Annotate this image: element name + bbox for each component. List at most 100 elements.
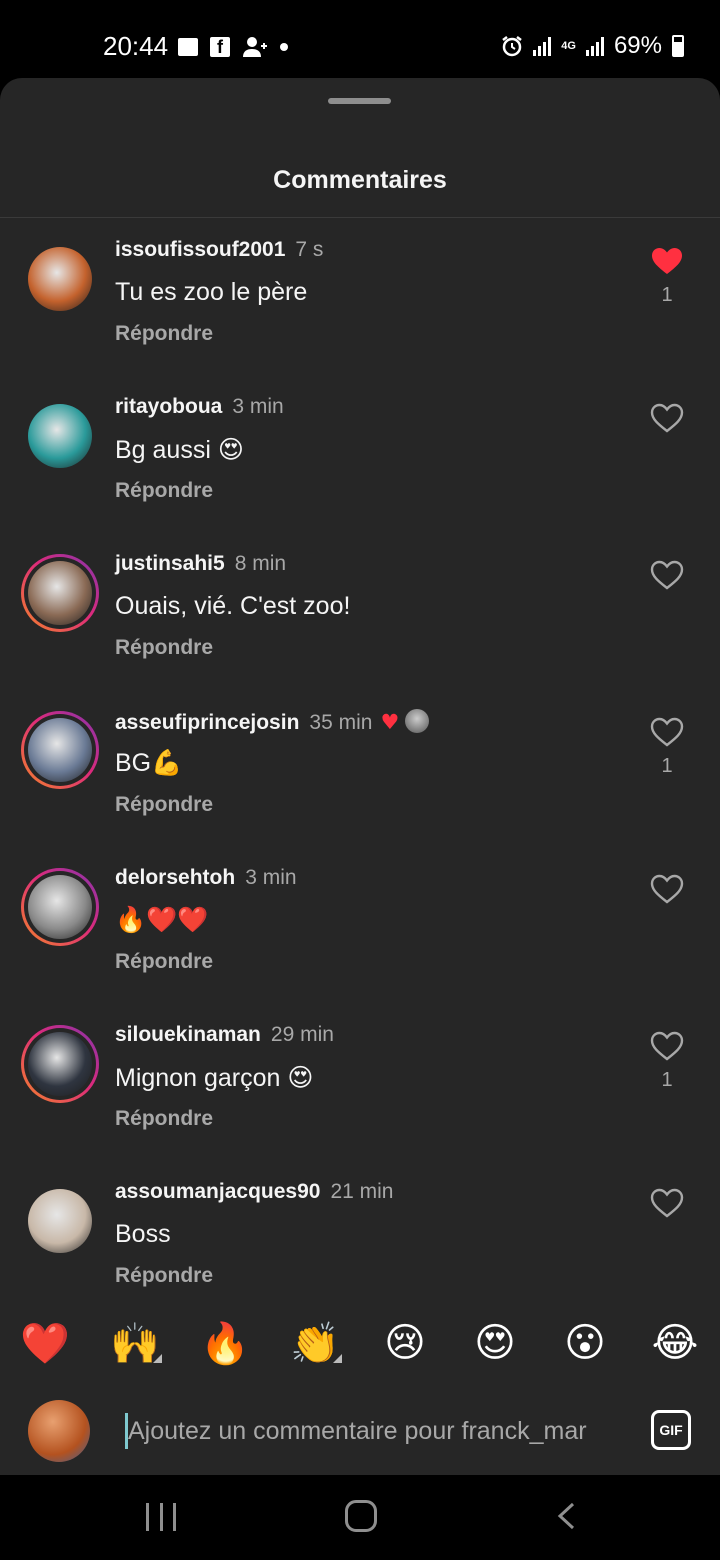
comment-username[interactable]: delorsehtoh bbox=[115, 866, 235, 889]
reaction-raising-hands-button[interactable]: 🙌 bbox=[90, 1307, 180, 1379]
comment-time: 29 min bbox=[270, 1023, 334, 1046]
image-icon bbox=[178, 38, 198, 56]
crying-face-emoji-icon: 😢 bbox=[384, 1320, 426, 1366]
comment-time: 21 min bbox=[330, 1180, 394, 1203]
comment-text: Ouais, vié. C'est zoo! bbox=[115, 592, 351, 620]
comment-header: ritayoboua 3 min bbox=[115, 395, 284, 419]
comment-item[interactable]: delorsehtoh 3 min 🔥❤️❤️ Répondre bbox=[0, 858, 720, 1015]
comment-item[interactable]: ritayoboua 3 min Bg aussi 😍 Répondre bbox=[0, 387, 720, 544]
comment-text: 🔥❤️❤️ bbox=[115, 906, 209, 934]
heart-outline-icon[interactable] bbox=[650, 1188, 684, 1218]
avatar-wrapper[interactable] bbox=[21, 397, 99, 475]
comment-username[interactable]: silouekinaman bbox=[115, 1023, 261, 1046]
status-icons-right: 4G 69% bbox=[501, 32, 684, 60]
comment-username[interactable]: assoumanjacques90 bbox=[115, 1180, 320, 1203]
fire-emoji-icon: 🔥 bbox=[200, 1320, 250, 1367]
comment-time: 7 s bbox=[295, 238, 324, 261]
system-nav-bar bbox=[0, 1475, 720, 1560]
comment-username[interactable]: asseufiprincejosin bbox=[115, 711, 299, 734]
comment-header: issoufissouf2001 7 s bbox=[115, 238, 323, 262]
comment-username[interactable]: justinsahi5 bbox=[115, 552, 225, 575]
avatar-story-ring[interactable] bbox=[21, 554, 99, 632]
page-title: Commentaires bbox=[273, 166, 447, 194]
comment-text: Mignon garçon 😍 bbox=[115, 1064, 314, 1092]
comment-item[interactable]: justinsahi5 8 min Ouais, vié. C'est zoo! Ré… bbox=[0, 544, 720, 701]
avatar bbox=[28, 1189, 92, 1253]
comment-item[interactable]: asseufiprincejosin 35 min ♥ BG💪 Répondre 1 bbox=[0, 701, 720, 858]
heart-outline-icon[interactable] bbox=[650, 1031, 684, 1061]
battery-percent: 69% bbox=[613, 32, 662, 59]
reaction-heart-button[interactable]: ❤️ bbox=[0, 1307, 90, 1379]
heart-filled-icon[interactable] bbox=[650, 246, 684, 276]
comment-time: 35 min bbox=[309, 711, 373, 734]
tears-of-joy-emoji-icon: 😂 bbox=[651, 1320, 699, 1366]
comment-text: BG💪 bbox=[115, 749, 183, 777]
like-count: 1 bbox=[661, 1069, 673, 1091]
variants-indicator-icon bbox=[153, 1354, 162, 1363]
avatar-wrapper[interactable] bbox=[21, 240, 99, 318]
comment-header: justinsahi5 8 min bbox=[115, 552, 286, 576]
comment-text: Boss bbox=[115, 1220, 171, 1248]
avatar bbox=[28, 718, 92, 782]
reaction-surprised-face-button[interactable]: 😮 bbox=[540, 1307, 630, 1379]
heart-outline-icon[interactable] bbox=[650, 874, 684, 904]
add-person-icon bbox=[243, 37, 267, 57]
signal-icon bbox=[585, 36, 604, 56]
comment-input-row: GIF bbox=[0, 1385, 720, 1475]
variants-indicator-icon bbox=[333, 1354, 342, 1363]
comment-time: 8 min bbox=[234, 552, 287, 575]
back-icon[interactable] bbox=[553, 1501, 581, 1531]
comment-time: 3 min bbox=[232, 395, 284, 418]
reply-button[interactable]: Répondre bbox=[115, 636, 213, 660]
reaction-tears-of-joy-button[interactable]: 😂 bbox=[630, 1307, 720, 1379]
comment-username[interactable]: issoufissouf2001 bbox=[115, 238, 285, 261]
reply-button[interactable]: Répondre bbox=[115, 479, 213, 503]
avatar-wrapper[interactable] bbox=[21, 1182, 99, 1260]
reply-button[interactable]: Répondre bbox=[115, 1107, 213, 1131]
heart-eyes-emoji-icon: 😍 bbox=[474, 1320, 516, 1366]
signal-icon bbox=[533, 36, 552, 56]
comment-input[interactable] bbox=[128, 1411, 628, 1451]
heart-outline-icon[interactable] bbox=[650, 717, 684, 747]
surprised-face-emoji-icon: 😮 bbox=[564, 1320, 606, 1366]
reaction-fire-button[interactable]: 🔥 bbox=[180, 1307, 270, 1379]
avatar bbox=[28, 1032, 92, 1096]
reaction-crying-face-button[interactable]: 😢 bbox=[360, 1307, 450, 1379]
comment-item[interactable]: issoufissouf2001 7 s Tu es zoo le père Répo… bbox=[0, 230, 720, 387]
notification-dot bbox=[280, 43, 288, 51]
facebook-icon: f bbox=[210, 37, 230, 57]
comment-header: asseufiprincejosin 35 min ♥ bbox=[115, 709, 430, 735]
quick-reactions-bar: ❤️ 🙌 🔥 👏 😢 😍 😮 😂 bbox=[0, 1307, 720, 1379]
status-bar: 20:44 f 4G 69% bbox=[0, 0, 720, 78]
avatar bbox=[28, 1400, 90, 1462]
avatar-story-ring[interactable] bbox=[21, 868, 99, 946]
reply-button[interactable]: Répondre bbox=[115, 1264, 213, 1288]
gif-button[interactable]: GIF bbox=[651, 1410, 691, 1450]
like-count: 1 bbox=[661, 755, 673, 777]
avatar bbox=[28, 561, 92, 625]
avatar bbox=[28, 247, 92, 311]
comment-list[interactable]: issoufissouf2001 7 s Tu es zoo le père Répo… bbox=[0, 218, 720, 1290]
avatar-story-ring[interactable] bbox=[21, 711, 99, 789]
heart-outline-icon[interactable] bbox=[650, 560, 684, 590]
drag-handle[interactable] bbox=[328, 98, 391, 104]
reaction-heart-eyes-button[interactable]: 😍 bbox=[450, 1307, 540, 1379]
recents-icon[interactable] bbox=[146, 1503, 176, 1531]
comment-time: 3 min bbox=[245, 866, 297, 889]
comment-username[interactable]: ritayoboua bbox=[115, 395, 222, 418]
reply-button[interactable]: Répondre bbox=[115, 322, 213, 346]
creator-avatar bbox=[405, 709, 430, 733]
avatar bbox=[28, 404, 92, 468]
avatar-story-ring[interactable] bbox=[21, 1025, 99, 1103]
comment-item[interactable]: assoumanjacques90 21 min Boss Répondre bbox=[0, 1172, 720, 1290]
comment-item[interactable]: silouekinaman 29 min Mignon garçon 😍 Répond… bbox=[0, 1015, 720, 1172]
reply-button[interactable]: Répondre bbox=[115, 950, 213, 974]
heart-outline-icon[interactable] bbox=[650, 403, 684, 433]
comment-header: silouekinaman 29 min bbox=[115, 1023, 334, 1047]
comment-text: Bg aussi 😍 bbox=[115, 436, 244, 464]
network-type-label: 4G bbox=[561, 40, 576, 52]
reply-button[interactable]: Répondre bbox=[115, 793, 213, 817]
reaction-clapping-hands-button[interactable]: 👏 bbox=[270, 1307, 360, 1379]
home-icon[interactable] bbox=[345, 1500, 377, 1532]
comment-text: Tu es zoo le père bbox=[115, 278, 308, 306]
